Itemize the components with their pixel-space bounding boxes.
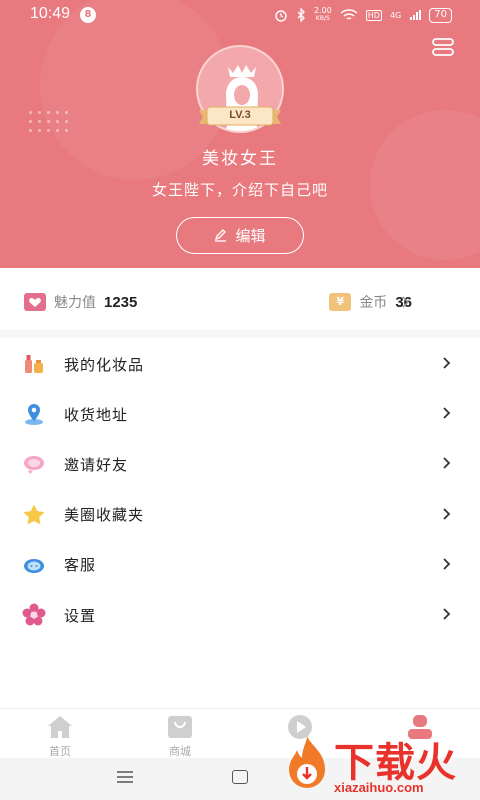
hd-indicator: HD <box>365 9 382 21</box>
edit-profile-label: 编辑 <box>235 227 266 245</box>
chevron-right-icon[interactable] <box>402 296 410 308</box>
location-icon <box>25 404 43 426</box>
chevron-right-icon <box>443 407 451 419</box>
notification-badge: 8 <box>80 7 96 23</box>
level-label: LV.3 <box>229 109 251 121</box>
chevron-right-icon <box>443 558 451 570</box>
watermark-url: xiazaihuo.com <box>334 780 424 795</box>
tab-shop[interactable]: 商城 <box>120 709 240 759</box>
menu-item-label: 邀请好友 <box>64 455 129 474</box>
status-bar: 10:49 8 2.00 KB/S HD 4G 70 <box>0 0 480 30</box>
watermark: 下载火 xiazaihuo.com <box>282 730 480 800</box>
charm-value: 1235 <box>104 293 138 311</box>
menu-list: 我的化妆品 收货地址 邀请好友 美圈收藏夹 客服 设置 <box>0 339 480 640</box>
stats-row: 魅力值 1235 ¥ 金币 36 <box>0 280 480 324</box>
menu-item-address[interactable]: 收货地址 <box>0 389 480 439</box>
network-speed: 2.00 KB/S <box>313 6 332 23</box>
chevron-right-icon <box>443 507 451 520</box>
chevron-right-icon <box>443 457 451 470</box>
tab-label: 商城 <box>169 745 191 758</box>
coin-card-icon: ¥ <box>329 293 352 311</box>
invite-icon <box>24 456 44 475</box>
tab-label: 首页 <box>49 745 71 758</box>
menu-item-label: 我的化妆品 <box>64 355 145 374</box>
battery-indicator: 70 <box>429 7 452 23</box>
home-icon <box>48 716 72 738</box>
signal-indicator: 4G <box>389 10 402 20</box>
coins-stat[interactable]: ¥ 金币 36 <box>329 292 412 312</box>
header-dot-pattern <box>26 108 72 136</box>
menu-item-label: 设置 <box>64 606 97 625</box>
pencil-icon <box>215 229 227 242</box>
menu-lines-icon[interactable] <box>432 38 454 56</box>
tab-home[interactable]: 首页 <box>0 709 120 759</box>
status-time: 10:49 <box>30 5 71 22</box>
menu-item-label: 收货地址 <box>64 405 129 424</box>
menu-item-customer-service[interactable]: 客服 <box>0 540 480 590</box>
menu-item-invite[interactable]: 邀请好友 <box>0 439 480 489</box>
cosmetics-icon <box>25 355 43 373</box>
shop-bag-icon <box>168 716 192 738</box>
settings-flower-icon <box>22 603 46 626</box>
chevron-right-icon <box>443 357 451 369</box>
star-icon <box>23 504 45 524</box>
profile-header: 10:49 8 2.00 KB/S HD 4G 70 LV.3 美妆女王 女王陛… <box>0 0 480 268</box>
edit-profile-button[interactable]: 编辑 <box>176 217 304 254</box>
charm-stat[interactable]: 魅力值 1235 <box>24 292 137 312</box>
wifi-icon <box>340 8 358 20</box>
recent-apps-icon[interactable] <box>116 770 134 784</box>
home-button[interactable] <box>232 770 248 784</box>
menu-item-favorites[interactable]: 美圈收藏夹 <box>0 490 480 540</box>
menu-item-cosmetics[interactable]: 我的化妆品 <box>0 339 480 389</box>
flame-logo-icon <box>289 736 325 788</box>
signal-bars-icon <box>410 10 422 20</box>
heart-card-icon <box>24 293 46 311</box>
charm-label: 魅力值 <box>54 295 96 311</box>
bluetooth-icon <box>297 8 305 22</box>
alarm-icon <box>275 10 287 22</box>
menu-item-label: 客服 <box>64 556 97 575</box>
menu-item-label: 美圈收藏夹 <box>64 506 145 525</box>
status-icons: 2.00 KB/S HD 4G 70 <box>274 7 452 23</box>
username: 美妆女王 <box>202 149 278 169</box>
headset-icon <box>24 558 44 573</box>
coins-label: 金币 <box>359 295 388 311</box>
chevron-right-icon <box>443 608 451 620</box>
section-divider <box>0 330 480 338</box>
menu-item-settings[interactable]: 设置 <box>0 590 480 640</box>
user-bio: 女王陛下，介绍下自己吧 <box>151 181 328 199</box>
